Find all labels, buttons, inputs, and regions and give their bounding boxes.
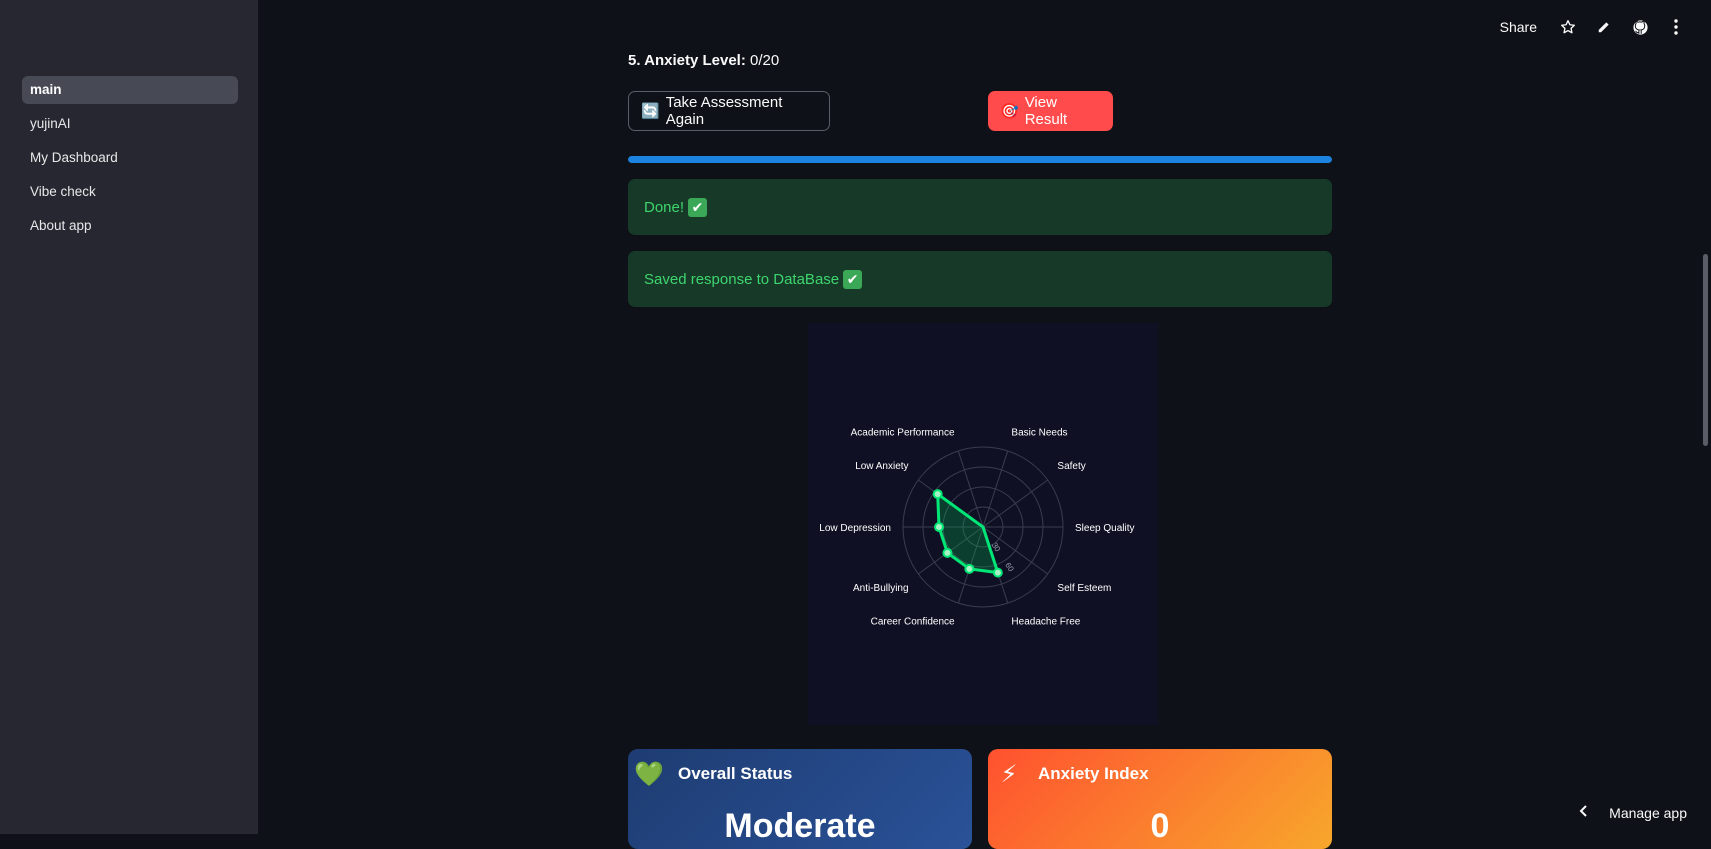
card-title: Overall Status [678,764,792,784]
radar-category-label: Low Depression [819,523,891,534]
radar-category-label: Basic Needs [1011,428,1067,439]
radar-chart: 3060Basic NeedsSafetySleep QualitySelf E… [808,323,1158,725]
anxiety-level-label: 5. Anxiety Level: [628,52,746,69]
card-value: 0 [988,807,1332,846]
anxiety-index-card: ⚡ Anxiety Index 0 [988,749,1332,849]
success-alert-saved: Saved response to DataBase ✔ [628,251,1332,307]
scrollbar-thumb[interactable] [1703,254,1708,446]
sidebar-nav: main yujinAI My Dashboard Vibe check Abo… [22,76,238,246]
star-icon[interactable] [1557,16,1579,38]
view-result-label: View Result [1025,94,1101,128]
radar-category-label: Headache Free [1011,616,1080,627]
share-button[interactable]: Share [1500,19,1537,35]
sidebar-item-main[interactable]: main [22,76,238,104]
take-assessment-again-label: Take Assessment Again [666,94,817,128]
pencil-icon[interactable] [1593,16,1615,38]
sidebar: main yujinAI My Dashboard Vibe check Abo… [0,0,258,834]
lightning-icon: ⚡ [994,759,1024,789]
target-icon: 🎯 [1000,102,1019,120]
sidebar-item-yujinai[interactable]: yujinAI [22,110,238,138]
check-icon: ✔ [843,270,862,289]
radar-category-label: Sleep Quality [1075,523,1134,534]
progress-bar [628,156,1332,163]
manage-app-button[interactable]: Manage app [1579,800,1687,826]
refresh-icon: 🔄 [641,102,660,120]
card-value: Moderate [628,807,972,846]
radar-point [935,523,943,531]
radar-category-label: Career Confidence [871,616,955,627]
sidebar-item-about-app[interactable]: About app [22,212,238,240]
take-assessment-again-button[interactable]: 🔄 Take Assessment Again [628,91,830,131]
radar-category-label: Anti-Bullying [853,583,909,594]
top-toolbar: Share [1500,14,1687,40]
view-result-button[interactable]: 🎯 View Result [988,91,1113,131]
chevron-left-icon [1579,804,1589,822]
anxiety-level-line: 5. Anxiety Level: 0/20 [628,52,779,69]
radar-series-area [938,494,998,573]
radar-chart-svg: 3060Basic NeedsSafetySleep QualitySelf E… [808,323,1158,725]
github-icon[interactable] [1629,16,1651,38]
sidebar-item-vibe-check[interactable]: Vibe check [22,178,238,206]
radar-spoke [983,451,1008,527]
more-vert-icon[interactable] [1665,16,1687,38]
radar-point [965,565,973,573]
radar-point [943,549,951,557]
sidebar-item-my-dashboard[interactable]: My Dashboard [22,144,238,172]
check-icon: ✔ [688,198,707,217]
radar-category-label: Academic Performance [851,428,955,439]
progress-bar-fill [628,156,1332,163]
radar-tick-label: 60 [1003,561,1016,574]
success-alert-text: Saved response to DataBase [644,271,839,288]
success-alert-done: Done! ✔ [628,179,1332,235]
overall-status-card: 💚 Overall Status Moderate [628,749,972,849]
radar-category-label: Safety [1057,461,1085,472]
green-heart-icon: 💚 [634,759,664,789]
radar-point [994,569,1002,577]
success-alert-text: Done! [644,199,684,216]
card-title: Anxiety Index [1038,764,1149,784]
radar-category-label: Self Esteem [1057,583,1111,594]
radar-category-label: Low Anxiety [855,461,908,472]
radar-point [934,490,942,498]
anxiety-level-value: 0/20 [750,52,779,69]
manage-app-label: Manage app [1609,805,1687,821]
